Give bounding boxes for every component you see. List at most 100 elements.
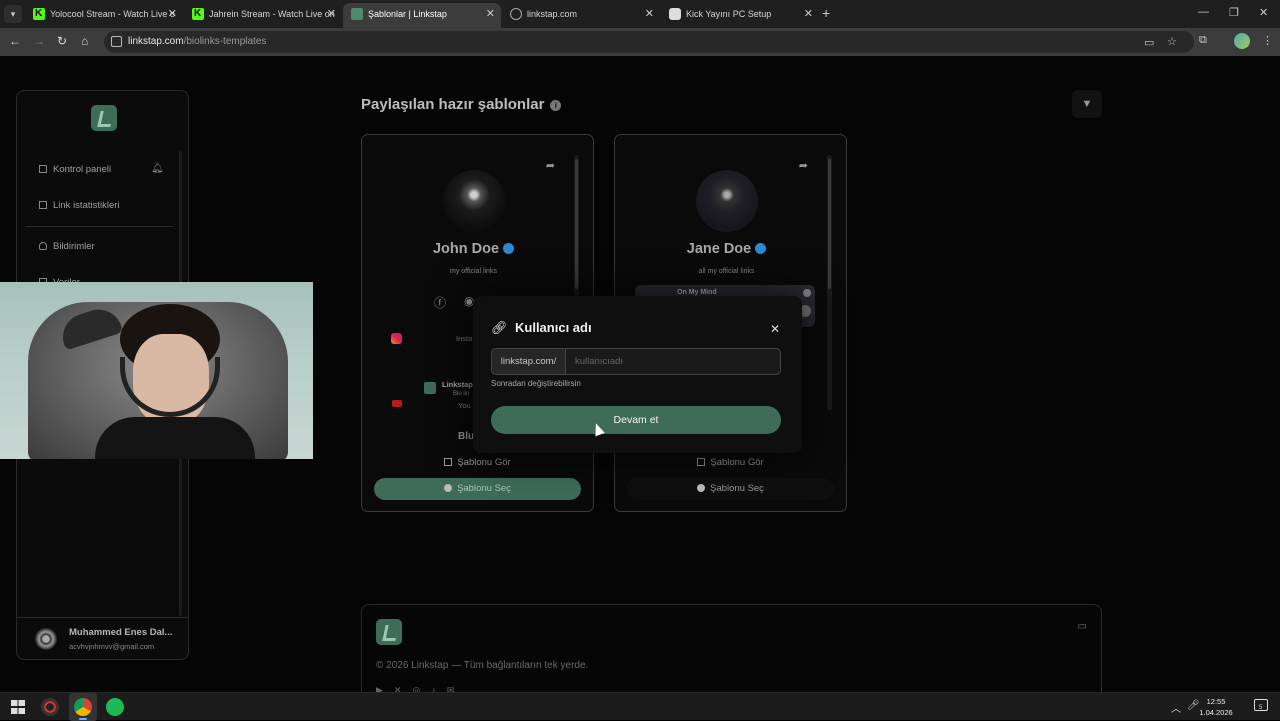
bookmark-star-icon[interactable]: ☆ [1167,35,1177,48]
user-email: acvhvjnhmvv@gmail.com [69,642,155,651]
url-text[interactable]: linkstap.com/biolinks-templates [128,36,266,47]
check-circle-icon [697,484,706,492]
avatar [696,170,758,232]
cast-icon[interactable]: ▭ [1144,36,1154,49]
home-icon[interactable]: ⌂ [81,34,88,48]
tab-title: Şablonlar | Linkstap [368,9,447,19]
linkstap-logo-icon[interactable] [376,619,402,645]
external-link-icon [444,458,453,466]
tab-yolocool[interactable]: Yolocool Stream - Watch Live o ✕ [25,3,183,28]
close-icon [803,289,811,297]
taskbar-clock[interactable]: 12:55 1.04.2026 [1198,696,1234,718]
user-name: Muhammed Enes Dal... [69,627,173,638]
grid-icon [39,165,47,173]
id-card-icon[interactable]: ▭ [1078,621,1087,632]
x-icon[interactable]: ✕ [394,685,413,692]
url-prefix: linkstap.com/ [492,349,566,374]
check-circle-icon [444,484,453,492]
recorder-app-icon[interactable] [41,698,59,716]
tab-search-icon[interactable]: ▾ [4,5,22,23]
spotify-icon[interactable] [106,698,124,716]
close-icon[interactable]: ✕ [770,322,780,336]
tab-title: Yolocool Stream - Watch Live o [50,9,175,19]
external-link-icon [697,458,706,466]
facebook-icon: ⓕ [434,296,447,310]
avatar [35,628,57,650]
page-title: Paylaşılan hazır şablonlar i [361,96,562,113]
tiktok-icon[interactable]: ♪ [431,685,447,692]
tab-linkstap[interactable]: linkstap.com ✕ [502,3,660,28]
verified-badge-icon [755,243,767,254]
modal-hint: Sonradan değiştirebilirsin [491,379,581,388]
notification-icon[interactable]: 5 [1254,699,1268,711]
site-info-icon[interactable] [111,36,122,47]
mail-icon[interactable]: ✉ [447,685,466,692]
reload-icon[interactable]: ↻ [57,34,67,48]
new-tab-icon[interactable]: + [822,5,830,21]
sidebar-item-link-stats[interactable]: Link istatistikleri [39,200,120,211]
tab-kick-setup[interactable]: Kick Yayını PC Setup ✕ [661,3,819,28]
link-linkstap-label: Linkstap [442,380,473,389]
instagram-icon [391,333,402,344]
youtube-icon [392,400,402,407]
close-tab-icon[interactable]: ✕ [327,3,336,25]
page-footer: ▭ © 2026 Linkstap — Tüm bağlantıların te… [361,604,1102,692]
sidebar-item-dashboard[interactable]: Kontrol paneli [39,164,111,175]
filter-icon: ▼ [1081,98,1093,110]
tab-jahrein[interactable]: Jahrein Stream - Watch Live on ✕ [184,3,342,28]
linkstap-logo-icon[interactable] [91,105,117,131]
view-template-link[interactable]: Şablonu Gör [362,457,593,468]
close-tab-icon[interactable]: ✕ [645,3,654,25]
select-template-button[interactable]: Şablonu Seç [627,478,834,500]
youtube-icon[interactable]: ▶ [376,685,394,692]
widget-label: On My Mind [677,289,717,296]
link-linkstap-sub: Bio lin [453,391,470,397]
footer-social-icons: ▶✕◎♪✉ [376,685,465,692]
profile-name: Jane Doe [615,241,838,257]
filter-button[interactable]: ▼ [1072,90,1102,118]
clock-time: 12:55 [1206,697,1226,706]
info-icon[interactable]: i [550,100,562,111]
close-tab-icon[interactable]: ✕ [168,3,177,25]
close-tab-icon[interactable]: ✕ [486,3,495,25]
linkstap-icon [351,8,363,20]
webcam-overlay [0,282,313,459]
chrome-icon[interactable] [74,698,92,716]
chart-icon [39,201,47,209]
sidebar-item-notifications[interactable]: Bildirimler [39,241,95,252]
minimize-icon[interactable]: — [1198,6,1209,18]
forward-icon[interactable]: → [33,34,45,48]
close-window-icon[interactable]: ✕ [1259,6,1268,19]
webcam-body [95,417,255,459]
tab-sablonlar[interactable]: Şablonlar | Linkstap ✕ [343,3,501,28]
tray-chevron-icon[interactable]: ︿ [1171,700,1181,715]
extensions-icon[interactable]: ⧉ [1199,34,1207,47]
address-bar[interactable]: linkstap.com/biolinks-templates ▭ ☆ [104,31,1194,53]
sidebar-user[interactable]: Muhammed Enes Dal... acvhvjnhmvv@gmail.c… [17,617,188,659]
clock-date: 1.04.2026 [1199,708,1233,717]
select-template-button[interactable]: Şablonu Seç [374,478,581,500]
profile-bio: my official links [450,268,497,275]
kick-pc-icon [669,8,681,20]
restore-icon[interactable]: ❐ [1229,6,1239,19]
profile-bio: all my official links [698,268,755,275]
browser-menu-icon[interactable]: ⋮ [1262,34,1273,47]
bell-icon[interactable]: 🔔︎ [151,163,164,174]
link-icon: 🔗︎ [491,320,508,335]
continue-button[interactable]: Devam et [491,406,781,434]
share-icon[interactable]: ➦ [799,159,808,172]
link-more-label: Blu [458,431,475,442]
windows-start-icon[interactable] [9,698,27,716]
close-tab-icon[interactable]: ✕ [804,3,813,25]
link-instagram-label: Insta [456,334,473,343]
share-icon[interactable]: ➦ [546,159,555,172]
view-template-link[interactable]: Şablonu Gör [615,457,846,468]
footer-copyright: © 2026 Linkstap — Tüm bağlantıların tek … [376,660,589,671]
kick-icon [33,3,45,25]
username-modal: 🔗︎ Kullanıcı adı ✕ linkstap.com/ Sonrada… [473,296,802,453]
modal-title: Kullanıcı adı [515,320,592,335]
username-input[interactable] [566,349,780,374]
back-icon[interactable]: ← [9,34,21,48]
profile-avatar-icon[interactable] [1234,33,1250,49]
instagram-icon[interactable]: ◎ [412,685,431,692]
